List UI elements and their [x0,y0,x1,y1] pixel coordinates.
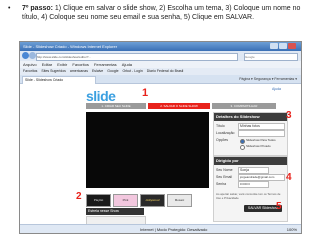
menu-editar[interactable]: Editar [42,62,52,67]
email-label: Seu Email [216,175,232,179]
status-bar: Internet | Modo Protegido: Desativado 10… [20,224,301,233]
marker-3: 3 [286,110,292,121]
url-field[interactable]: http://www.slide.com/slideshow/editor?..… [36,53,238,61]
step-bar: 1. CRIAR SEU SLIDE 2. SALVAR O SLIDE SHO… [86,103,276,109]
slide-logo[interactable]: slide [86,88,116,104]
theme-hollywood[interactable]: Hollywood [140,194,165,207]
password-field[interactable]: •••••••• [238,181,269,188]
theme-pink[interactable]: Pink [113,194,138,207]
maximize-icon[interactable] [279,43,287,49]
fav-eslaive[interactable]: Eslaive [92,69,103,73]
forward-icon[interactable] [29,52,36,59]
details-header: Detalhes do Slideshow [214,113,287,121]
back-icon[interactable] [22,52,29,59]
radio-private[interactable] [240,145,245,150]
details-panel: Detalhes do Slideshow Título Minhas foto… [213,112,288,156]
options-label: Opções [216,138,229,142]
menu-favoritos[interactable]: Favoritos [72,62,88,67]
location-field[interactable] [238,130,285,137]
title-field[interactable]: Minhas fotos [238,123,285,130]
fav-orkut[interactable]: Orkut - Login [123,69,143,73]
title-bar: Slide - Slideshow Criado - Windows Inter… [20,42,301,51]
title-label: Título [216,124,225,128]
radio-public[interactable] [240,139,245,144]
location-label: Localização [216,131,235,135]
theme-playlist[interactable]: Playlist [86,194,111,207]
close-icon[interactable] [288,43,296,49]
bullet: • [8,5,11,12]
address-bar: http://www.slide.com/slideshow/editor?..… [20,51,301,61]
menu-ajuda[interactable]: Ajuda [122,62,132,67]
fav-diario[interactable]: Diario Federal do Brasil [147,69,184,73]
extra-label: Estreia nesse Show [86,208,144,215]
fav-google[interactable]: Google [107,69,118,73]
fav-americanas[interactable]: americanas [70,69,88,73]
menu-ferramentas[interactable]: Ferramentas [94,62,117,67]
terms-text: Ao apertar salvar, você concorda com os … [216,192,281,200]
name-label: Seu Nome [216,168,233,172]
help-link[interactable]: Ajuda [272,87,281,91]
email-field[interactable]: jorgeandrade@gmail.com [238,174,285,181]
name-field[interactable]: Sonja [238,167,269,174]
marker-1: 1 [142,87,149,99]
theme-mosaic[interactable]: Mosaic [167,194,192,207]
search-input[interactable]: Google [244,53,298,61]
step-save[interactable]: 2. SALVAR O SLIDE SHOW [148,103,210,109]
minimize-icon[interactable] [270,43,278,49]
password-label: Senha [216,182,227,186]
slideshow-preview[interactable] [86,112,209,188]
marker-5: 5 [276,201,282,212]
step-text: 1) Clique em salvar o slide show, 2) Esc… [22,5,301,21]
favorites-bar: Favoritos Sites Sugeridos americanas Esl… [20,68,301,75]
tab-slide[interactable]: Slide - Slideshow Criado [22,76,96,84]
menu-arquivo[interactable]: Arquivo [23,62,37,67]
page-content: slide Ajuda 1. CRIAR SEU SLIDE 2. SALVAR… [20,84,301,225]
option-private: Slideshow Privado [246,144,271,148]
step-create[interactable]: 1. CRIAR SEU SLIDE [86,103,146,109]
menu-bar: Arquivo Editar Exibir Favoritos Ferramen… [20,61,301,68]
browser-screenshot: Slide - Slideshow Criado - Windows Inter… [19,41,302,234]
step-share[interactable]: 3. COMPARTILHAR [212,103,276,109]
owner-header: Dirigido por [214,157,287,165]
step-label: 7º passo: [22,5,53,12]
option-public: Slideshow Para Todos [246,138,276,142]
menu-exibir[interactable]: Exibir [57,62,67,67]
owner-panel: Dirigido por Seu Nome Sonja Seu Email jo… [213,156,288,222]
marker-2: 2 [76,191,82,202]
tab-bar: Slide - Slideshow Criado Página ▾ Segura… [20,75,301,84]
command-bar[interactable]: Página ▾ Segurança ▾ Ferramentas ▾ [239,76,297,83]
zoom-level[interactable]: 100% [287,225,297,233]
window-title: Slide - Slideshow Criado - Windows Inter… [23,44,118,49]
status-zone: Internet | Modo Protegido: Desativado [140,227,208,232]
marker-4: 4 [286,172,292,183]
fav-sugeridos[interactable]: Sites Sugeridos [41,69,66,73]
fav-favoritos[interactable]: Favoritos [23,69,37,73]
